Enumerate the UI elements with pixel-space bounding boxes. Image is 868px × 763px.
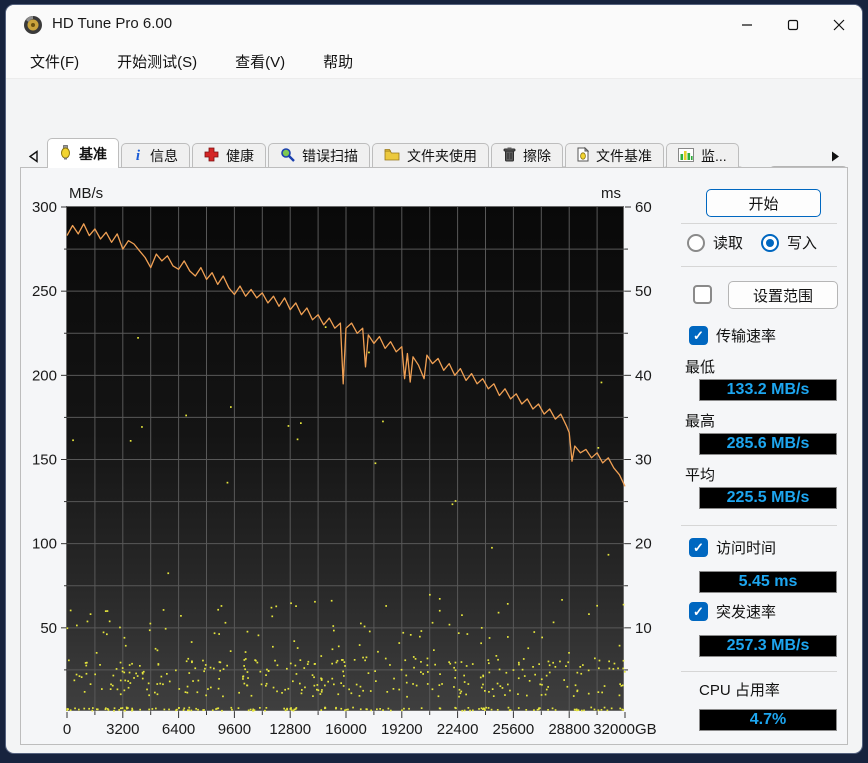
tab-7[interactable]: 监...: [666, 143, 739, 168]
svg-text:300: 300: [32, 199, 57, 216]
burst-rate-label: 突发速率: [716, 604, 777, 621]
svg-text:25600: 25600: [493, 721, 535, 738]
tab-label: 监...: [701, 148, 727, 164]
max-label: 最高: [685, 413, 716, 430]
info-icon: i: [133, 147, 143, 165]
tab-label: 错误扫描: [302, 148, 358, 164]
svg-text:9600: 9600: [218, 721, 251, 738]
access-time-value: 5.45 ms: [699, 571, 837, 593]
tab-label: 信息: [150, 148, 178, 164]
cpu-usage-value: 4.7%: [699, 709, 837, 731]
access-time-label: 访问时间: [716, 540, 777, 557]
svg-text:40: 40: [635, 367, 652, 384]
monitor-icon: [678, 147, 694, 165]
sparkplug-icon: [59, 144, 72, 163]
svg-text:ms: ms: [601, 185, 621, 202]
transfer-rate-label: 传输速率: [716, 328, 777, 345]
start-button[interactable]: 开始: [706, 189, 821, 217]
svg-text:19200: 19200: [381, 721, 423, 738]
svg-text:12800: 12800: [269, 721, 311, 738]
tab-0[interactable]: 基准: [47, 138, 119, 168]
access-time-checkbox[interactable]: ✓: [689, 538, 708, 557]
svg-text:200: 200: [32, 367, 57, 384]
tab-label: 基准: [79, 145, 107, 162]
tab-label: 擦除: [523, 148, 551, 164]
tab-5[interactable]: 擦除: [491, 143, 563, 168]
svg-text:6400: 6400: [162, 721, 195, 738]
min-value: 133.2 MB/s: [699, 379, 837, 401]
svg-text:i: i: [136, 148, 141, 162]
svg-text:50: 50: [40, 620, 57, 637]
minimize-button[interactable]: [724, 5, 770, 45]
svg-text:MB/s: MB/s: [69, 185, 103, 202]
svg-text:10: 10: [635, 620, 652, 637]
folder-icon: [384, 148, 400, 164]
erase-icon: [503, 147, 516, 165]
maximize-button[interactable]: [770, 5, 816, 45]
read-radio[interactable]: [687, 233, 705, 252]
svg-text:50: 50: [635, 283, 652, 300]
tab-scroll-left-icon[interactable]: [20, 144, 46, 168]
set-range-checkbox[interactable]: [693, 285, 712, 304]
menu-view[interactable]: 查看(V): [223, 47, 297, 76]
tab-6[interactable]: 文件基准: [565, 143, 664, 168]
file-benchmark-icon: [577, 146, 590, 165]
svg-text:16000: 16000: [325, 721, 367, 738]
tab-3[interactable]: 错误扫描: [268, 143, 370, 168]
tab-bar: 基准 i 信息 健康 错误扫描 文件夹使用 擦除 文件基准 监...: [47, 138, 821, 168]
menu-help[interactable]: 帮助: [311, 47, 365, 76]
svg-text:60: 60: [635, 199, 652, 216]
tab-label: 健康: [226, 148, 254, 164]
menu-file[interactable]: 文件(F): [18, 47, 91, 76]
svg-text:22400: 22400: [437, 721, 479, 738]
benchmark-chart: MB/s ms 300 250 200 150 100 50 60 50 40 30 20 10 0 3200…: [32, 185, 657, 738]
write-radio[interactable]: [761, 233, 779, 252]
svg-text:30: 30: [635, 452, 652, 469]
close-button[interactable]: [816, 5, 862, 45]
svg-text:28800: 28800: [548, 721, 590, 738]
app-icon: [22, 14, 44, 36]
tab-scroll-right-icon[interactable]: [822, 144, 848, 168]
max-value: 285.6 MB/s: [699, 433, 837, 455]
toolbar: ST32000NT000-3TP103 40°C 退出(X): [6, 80, 862, 207]
benchmark-page: MB/s ms 300 250 200 150 100 50 60 50 40 30 20 10 0 3200…: [20, 167, 848, 745]
cpu-usage-label: CPU 占用率: [699, 682, 780, 699]
health-icon: [204, 147, 219, 165]
set-range-button[interactable]: 设置范围: [728, 281, 838, 309]
read-radio-label: 读取: [713, 235, 744, 252]
menu-bar: 文件(F) 开始测试(S) 查看(V) 帮助: [6, 45, 862, 79]
avg-label: 平均: [685, 467, 716, 484]
transfer-rate-checkbox[interactable]: ✓: [689, 326, 708, 345]
svg-text:20: 20: [635, 536, 652, 553]
app-window: HD Tune Pro 6.00 文件(F) 开始测试(S) 查看(V) 帮助 …: [6, 5, 862, 753]
tab-label: 文件夹使用: [407, 148, 477, 164]
svg-text:0: 0: [63, 721, 71, 738]
menu-start-test[interactable]: 开始测试(S): [105, 47, 209, 76]
title-bar: HD Tune Pro 6.00: [6, 5, 862, 45]
scan-icon: [280, 147, 295, 165]
avg-value: 225.5 MB/s: [699, 487, 837, 509]
svg-text:100: 100: [32, 536, 57, 553]
read-radio-group: 读取: [687, 232, 743, 253]
svg-text:3200: 3200: [106, 721, 139, 738]
tab-2[interactable]: 健康: [192, 143, 266, 168]
tab-4[interactable]: 文件夹使用: [372, 143, 489, 168]
tab-1[interactable]: i 信息: [121, 143, 190, 168]
min-label: 最低: [685, 359, 716, 376]
write-radio-group: 写入: [761, 232, 817, 253]
window-title: HD Tune Pro 6.00: [52, 15, 173, 32]
write-radio-label: 写入: [787, 235, 818, 252]
svg-text:150: 150: [32, 452, 57, 469]
tab-label: 文件基准: [596, 148, 652, 164]
svg-text:32000GB: 32000GB: [593, 721, 656, 738]
burst-rate-checkbox[interactable]: ✓: [689, 602, 708, 621]
svg-text:250: 250: [32, 283, 57, 300]
burst-rate-value: 257.3 MB/s: [699, 635, 837, 657]
